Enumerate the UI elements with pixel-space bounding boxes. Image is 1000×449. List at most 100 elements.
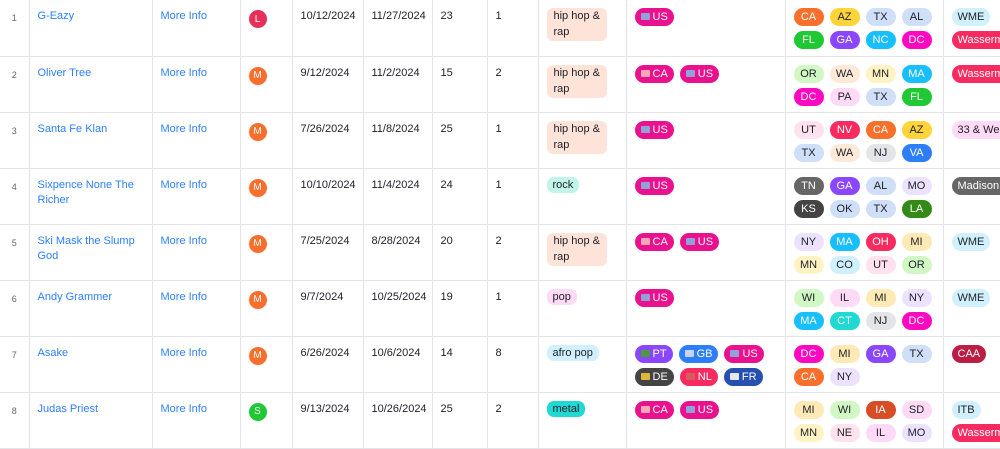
states-cell[interactable]: DCMIGATXCANY bbox=[785, 336, 943, 392]
more-info-cell[interactable]: More Info bbox=[152, 0, 240, 56]
genre-cell[interactable]: hip hop & rap bbox=[538, 112, 626, 168]
table-row[interactable]: 6 Andy Grammer More Info M 9/7/2024 10/2… bbox=[0, 280, 1000, 336]
artist-name-link[interactable]: G-Eazy bbox=[38, 9, 144, 24]
agency-cell[interactable]: Wasserman bbox=[943, 56, 1000, 112]
country-count-cell[interactable]: 2 bbox=[487, 56, 538, 112]
table-row[interactable]: 5 Ski Mask the Slump God More Info M 7/2… bbox=[0, 224, 1000, 280]
agency-cell[interactable]: CAA bbox=[943, 336, 1000, 392]
artist-name-link[interactable]: Sixpence None The Richer bbox=[38, 178, 144, 208]
genre-cell[interactable]: hip hop & rap bbox=[538, 0, 626, 56]
collaborator-cell[interactable]: L bbox=[240, 0, 292, 56]
start-date-cell[interactable]: 6/26/2024 bbox=[292, 336, 363, 392]
artist-name-link[interactable]: Ski Mask the Slump God bbox=[38, 234, 144, 264]
more-info-link[interactable]: More Info bbox=[161, 346, 232, 361]
show-count-cell[interactable]: 15 bbox=[432, 56, 487, 112]
show-count-cell[interactable]: 23 bbox=[432, 0, 487, 56]
name-cell[interactable]: G-Eazy bbox=[29, 0, 152, 56]
end-date-cell[interactable]: 11/4/2024 bbox=[363, 168, 432, 224]
artist-name-link[interactable]: Oliver Tree bbox=[38, 66, 144, 81]
name-cell[interactable]: Ski Mask the Slump God bbox=[29, 224, 152, 280]
more-info-link[interactable]: More Info bbox=[161, 290, 232, 305]
countries-cell[interactable]: US bbox=[626, 112, 785, 168]
genre-cell[interactable]: hip hop & rap bbox=[538, 56, 626, 112]
end-date-cell[interactable]: 8/28/2024 bbox=[363, 224, 432, 280]
more-info-cell[interactable]: More Info bbox=[152, 168, 240, 224]
table-row[interactable]: 2 Oliver Tree More Info M 9/12/2024 11/2… bbox=[0, 56, 1000, 112]
show-count-cell[interactable]: 25 bbox=[432, 112, 487, 168]
agency-cell[interactable]: ITBWasserman bbox=[943, 392, 1000, 448]
country-count-cell[interactable]: 1 bbox=[487, 0, 538, 56]
more-info-link[interactable]: More Info bbox=[161, 234, 232, 249]
states-cell[interactable]: CAAZTXALFLGANCDC bbox=[785, 0, 943, 56]
countries-cell[interactable]: PTGBUSDENLFR bbox=[626, 336, 785, 392]
states-cell[interactable]: MIWIIASDMNNEILMO bbox=[785, 392, 943, 448]
show-count-cell[interactable]: 20 bbox=[432, 224, 487, 280]
agency-cell[interactable]: WME bbox=[943, 224, 1000, 280]
genre-cell[interactable]: metal bbox=[538, 392, 626, 448]
countries-cell[interactable]: CAUS bbox=[626, 56, 785, 112]
avatar[interactable]: S bbox=[249, 403, 267, 421]
states-cell[interactable]: NYMAOHMIMNCOUTOR bbox=[785, 224, 943, 280]
country-count-cell[interactable]: 1 bbox=[487, 168, 538, 224]
end-date-cell[interactable]: 10/6/2024 bbox=[363, 336, 432, 392]
avatar[interactable]: M bbox=[249, 67, 267, 85]
start-date-cell[interactable]: 10/10/2024 bbox=[292, 168, 363, 224]
start-date-cell[interactable]: 9/7/2024 bbox=[292, 280, 363, 336]
table-row[interactable]: 1 G-Eazy More Info L 10/12/2024 11/27/20… bbox=[0, 0, 1000, 56]
genre-cell[interactable]: hip hop & rap bbox=[538, 224, 626, 280]
more-info-link[interactable]: More Info bbox=[161, 9, 232, 24]
countries-cell[interactable]: US bbox=[626, 0, 785, 56]
avatar[interactable]: M bbox=[249, 179, 267, 197]
start-date-cell[interactable]: 7/26/2024 bbox=[292, 112, 363, 168]
table-row[interactable]: 8 Judas Priest More Info S 9/13/2024 10/… bbox=[0, 392, 1000, 448]
agency-cell[interactable]: 33 & West bbox=[943, 112, 1000, 168]
genre-cell[interactable]: pop bbox=[538, 280, 626, 336]
more-info-cell[interactable]: More Info bbox=[152, 56, 240, 112]
end-date-cell[interactable]: 11/8/2024 bbox=[363, 112, 432, 168]
states-cell[interactable]: ORWAMNMADCPATXFL bbox=[785, 56, 943, 112]
collaborator-cell[interactable]: M bbox=[240, 56, 292, 112]
country-count-cell[interactable]: 8 bbox=[487, 336, 538, 392]
start-date-cell[interactable]: 9/12/2024 bbox=[292, 56, 363, 112]
artist-name-link[interactable]: Andy Grammer bbox=[38, 290, 144, 305]
name-cell[interactable]: Oliver Tree bbox=[29, 56, 152, 112]
collaborator-cell[interactable]: M bbox=[240, 336, 292, 392]
end-date-cell[interactable]: 10/26/2024 bbox=[363, 392, 432, 448]
start-date-cell[interactable]: 9/13/2024 bbox=[292, 392, 363, 448]
artist-name-link[interactable]: Judas Priest bbox=[38, 402, 144, 417]
states-cell[interactable]: TNGAALMOKSOKTXLA bbox=[785, 168, 943, 224]
countries-cell[interactable]: US bbox=[626, 168, 785, 224]
states-cell[interactable]: UTNVCAAZTXWANJVA bbox=[785, 112, 943, 168]
show-count-cell[interactable]: 24 bbox=[432, 168, 487, 224]
avatar[interactable]: M bbox=[249, 291, 267, 309]
collaborator-cell[interactable]: S bbox=[240, 392, 292, 448]
name-cell[interactable]: Judas Priest bbox=[29, 392, 152, 448]
more-info-cell[interactable]: More Info bbox=[152, 392, 240, 448]
end-date-cell[interactable]: 10/25/2024 bbox=[363, 280, 432, 336]
table-row[interactable]: 3 Santa Fe Klan More Info M 7/26/2024 11… bbox=[0, 112, 1000, 168]
name-cell[interactable]: Andy Grammer bbox=[29, 280, 152, 336]
avatar[interactable]: M bbox=[249, 235, 267, 253]
start-date-cell[interactable]: 7/25/2024 bbox=[292, 224, 363, 280]
more-info-link[interactable]: More Info bbox=[161, 122, 232, 137]
start-date-cell[interactable]: 10/12/2024 bbox=[292, 0, 363, 56]
avatar[interactable]: M bbox=[249, 347, 267, 365]
country-count-cell[interactable]: 2 bbox=[487, 392, 538, 448]
show-count-cell[interactable]: 14 bbox=[432, 336, 487, 392]
avatar[interactable]: M bbox=[249, 123, 267, 141]
states-cell[interactable]: WIILMINYMACTNJDC bbox=[785, 280, 943, 336]
countries-cell[interactable]: US bbox=[626, 280, 785, 336]
artist-name-link[interactable]: Asake bbox=[38, 346, 144, 361]
agency-cell[interactable]: WMEWasserman bbox=[943, 0, 1000, 56]
genre-cell[interactable]: afro pop bbox=[538, 336, 626, 392]
name-cell[interactable]: Asake bbox=[29, 336, 152, 392]
country-count-cell[interactable]: 1 bbox=[487, 280, 538, 336]
end-date-cell[interactable]: 11/27/2024 bbox=[363, 0, 432, 56]
more-info-link[interactable]: More Info bbox=[161, 402, 232, 417]
show-count-cell[interactable]: 19 bbox=[432, 280, 487, 336]
table-row[interactable]: 4 Sixpence None The Richer More Info M 1… bbox=[0, 168, 1000, 224]
artist-name-link[interactable]: Santa Fe Klan bbox=[38, 122, 144, 137]
collaborator-cell[interactable]: M bbox=[240, 112, 292, 168]
more-info-link[interactable]: More Info bbox=[161, 66, 232, 81]
more-info-cell[interactable]: More Info bbox=[152, 224, 240, 280]
